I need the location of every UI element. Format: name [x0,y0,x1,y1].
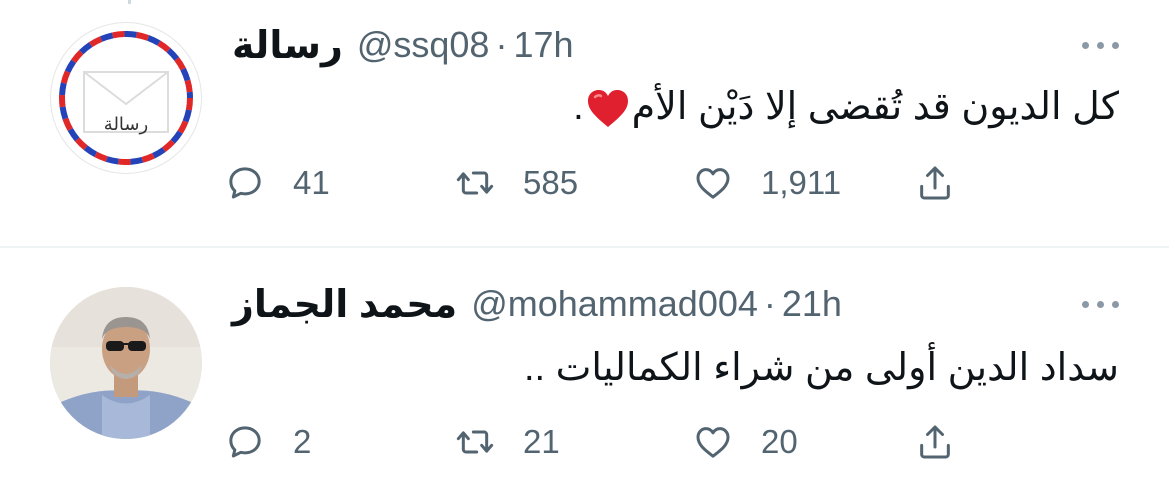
separator-dot: · [763,283,776,324]
tweet-actions: 2 21 20 [225,417,985,467]
tweet-actions: 41 585 1,911 [225,158,985,208]
tweet[interactable]: رسالة رسالة @ssq08 · 17h كل الديون قد تُ… [0,0,1169,248]
tweet-text-body: كل الديون قد تُقضى إلا دَيْن الأم [631,86,1119,128]
more-icon[interactable] [1082,42,1119,49]
display-name[interactable]: محمد الجماز [232,282,457,327]
timestamp[interactable]: 21h [782,283,842,325]
share-icon [920,166,950,200]
reply-count: 41 [293,164,330,201]
username-handle[interactable]: @mohammad004 [471,283,758,325]
share-button[interactable] [915,417,955,467]
tweet[interactable]: محمد الجماز @mohammad004 · 21h سداد الدي… [0,249,1169,498]
tweet-header: رسالة @ssq08 · 17h [232,20,574,70]
reply-icon [229,167,261,199]
retweet-count: 585 [523,164,579,201]
reply-button[interactable]: 2 [225,417,311,467]
tweet-text: كل الديون قد تُقضى إلا دَيْن الأم. [573,80,1119,134]
like-icon [696,168,730,199]
retweet-icon [456,171,494,195]
timestamp[interactable]: 17h [513,24,573,66]
retweet-count: 21 [523,423,560,460]
avatar[interactable] [50,287,202,439]
tweet-text: سداد الدين أولى من شراء الكماليات .. [523,347,1119,389]
reply-icon [229,426,261,458]
red-heart-emoji-icon [587,89,628,127]
retweet-button[interactable]: 585 [455,158,578,208]
retweet-button[interactable]: 21 [455,417,560,467]
like-button[interactable]: 20 [693,417,798,467]
tweet-divider [0,246,1169,248]
avatar-logo-text: رسالة [104,114,148,135]
tweet-text-suffix: . [573,86,584,128]
separator-dot: · [495,24,508,65]
like-icon [696,427,730,458]
more-icon[interactable] [1082,301,1119,308]
avatar[interactable]: رسالة [50,22,202,174]
like-button[interactable]: 1,911 [693,158,841,208]
tweet-header: محمد الجماز @mohammad004 · 21h [232,279,842,329]
reply-count: 2 [293,423,312,460]
username-handle[interactable]: @ssq08 [357,24,490,66]
display-name[interactable]: رسالة [232,23,343,68]
retweet-icon [456,430,494,454]
share-button[interactable] [915,158,955,208]
share-icon [920,425,950,459]
reply-button[interactable]: 41 [225,158,330,208]
like-count: 20 [761,423,798,460]
like-count: 1,911 [761,164,842,201]
